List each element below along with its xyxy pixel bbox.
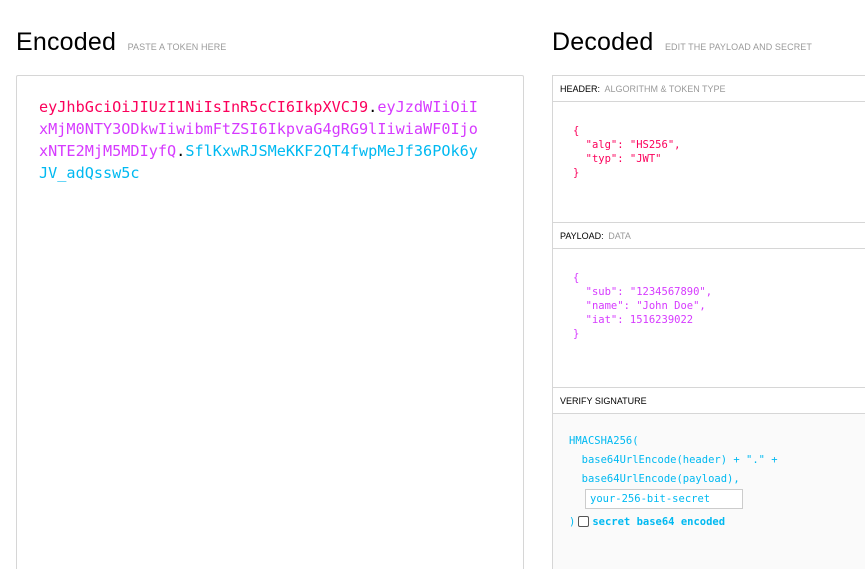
encoded-token-editor[interactable]: eyJhbGciOiJIUzI1NiIsInR5cCI6IkpXVCJ9.eyJ…	[16, 75, 524, 569]
header-json-editor[interactable]: { "alg": "HS256", "typ": "JWT" }	[553, 124, 865, 180]
header-panel-title: HEADER: ALGORITHM & TOKEN TYPE	[553, 76, 865, 102]
secret-base64-label[interactable]: secret base64 encoded	[592, 516, 725, 528]
encoded-token[interactable]: eyJhbGciOiJIUzI1NiIsInR5cCI6IkpXVCJ9.eyJ…	[39, 96, 479, 184]
secret-base64-checkbox[interactable]	[578, 515, 590, 527]
decoded-subtitle: EDIT THE PAYLOAD AND SECRET	[664, 42, 813, 52]
token-header-part: eyJhbGciOiJIUzI1NiIsInR5cCI6IkpXVCJ9	[39, 98, 369, 116]
verify-panel-title: VERIFY SIGNATURE	[553, 388, 865, 414]
secret-input-row	[569, 489, 865, 513]
hmac-payload-line: base64UrlEncode(payload),	[569, 473, 740, 485]
encoded-heading: Encoded PASTE A TOKEN HERE	[16, 28, 226, 57]
token-dot-1: .	[368, 98, 378, 116]
header-panel-label: HEADER:	[560, 84, 601, 94]
hmac-close-paren: )	[569, 516, 576, 528]
hmac-header-line: base64UrlEncode(header) + "." +	[569, 454, 778, 466]
payload-panel: PAYLOAD: DATA { "sub": "1234567890", "na…	[552, 222, 865, 388]
payload-panel-title: PAYLOAD: DATA	[553, 223, 865, 249]
decoded-column: Decoded EDIT THE PAYLOAD AND SECRET HEAD…	[552, 0, 865, 569]
payload-panel-hint: DATA	[608, 231, 631, 241]
hmac-close-row: ) secret base64 encoded	[569, 513, 865, 532]
jwt-debugger: Encoded PASTE A TOKEN HERE eyJhbGciOiJIU…	[0, 0, 865, 569]
secret-input[interactable]	[585, 489, 743, 509]
decoded-heading: Decoded EDIT THE PAYLOAD AND SECRET	[552, 28, 812, 57]
payload-panel-label: PAYLOAD:	[560, 231, 604, 241]
encoded-subtitle: PASTE A TOKEN HERE	[127, 42, 227, 52]
header-panel-hint: ALGORITHM & TOKEN TYPE	[604, 84, 726, 94]
verify-signature-panel: VERIFY SIGNATURE HMACSHA256( base64UrlEn…	[552, 387, 865, 569]
payload-json-editor[interactable]: { "sub": "1234567890", "name": "John Doe…	[553, 271, 865, 341]
encoded-title: Encoded	[16, 28, 117, 56]
header-panel: HEADER: ALGORITHM & TOKEN TYPE { "alg": …	[552, 75, 865, 223]
token-dot-2: .	[176, 142, 186, 160]
verify-signature-code: HMACSHA256( base64UrlEncode(header) + ".…	[553, 414, 865, 532]
hmac-function-open: HMACSHA256(	[569, 435, 639, 447]
decoded-title: Decoded	[552, 28, 654, 56]
encoded-column: Encoded PASTE A TOKEN HERE eyJhbGciOiJIU…	[16, 0, 526, 569]
